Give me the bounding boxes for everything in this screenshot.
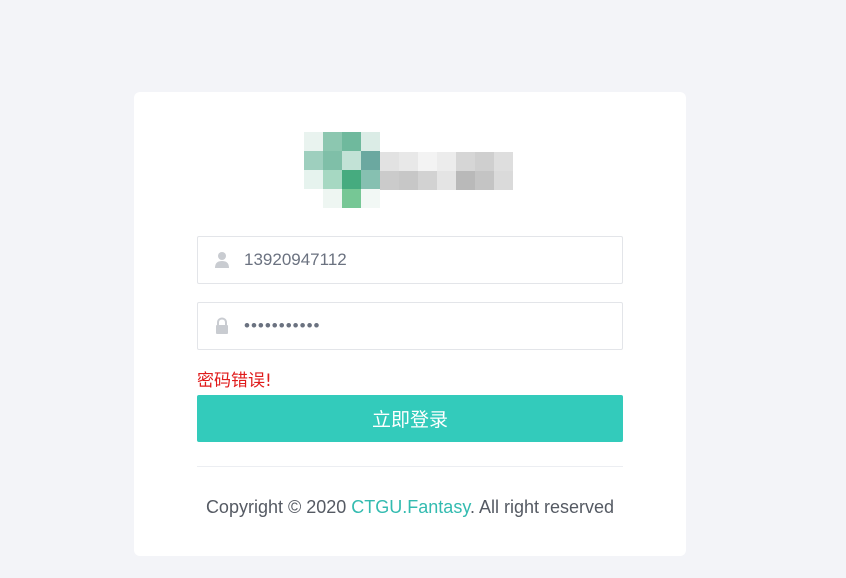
username-input[interactable] [244,237,604,283]
copyright-suffix: . All right reserved [469,497,615,517]
pixelated-logo-icon [304,132,380,212]
login-card: 密码错误! 立即登录 Copyright © 2020 CTGU.Fantasy… [134,92,686,556]
error-message: 密码错误! [197,371,272,391]
login-button[interactable]: 立即登录 [197,395,623,442]
copyright-prefix: Copyright © 2020 [205,497,352,517]
logo [304,132,514,212]
lock-icon [214,317,230,335]
copyright-footer: Copyright © 2020 CTGU.Fantasy. All right… [134,495,686,519]
password-field [197,302,623,350]
user-icon [214,251,230,269]
logo-wordmark [380,152,514,190]
brand-link[interactable]: CTGU.Fantasy [351,497,470,517]
username-field [197,236,623,284]
password-input[interactable] [244,303,604,349]
divider [197,466,623,467]
